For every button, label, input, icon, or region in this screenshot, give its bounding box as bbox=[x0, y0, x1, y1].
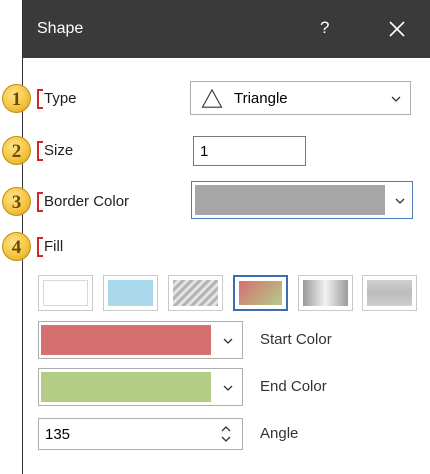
end-color-swatch bbox=[41, 372, 211, 402]
fill-shaded-preview bbox=[303, 280, 348, 306]
fill-solid-preview bbox=[108, 280, 153, 306]
label-bracket bbox=[37, 89, 43, 109]
border-color-swatch bbox=[195, 185, 385, 215]
chevron-down-icon bbox=[391, 96, 401, 102]
size-label: Size bbox=[44, 142, 74, 159]
chevron-down-icon bbox=[223, 338, 233, 344]
fill-none-preview bbox=[43, 280, 88, 306]
type-select-value: Triangle bbox=[234, 90, 288, 107]
fill-texture-preview bbox=[367, 280, 412, 306]
size-input-value: 1 bbox=[200, 143, 209, 160]
close-icon[interactable] bbox=[387, 19, 407, 39]
fill-option-pattern[interactable] bbox=[168, 275, 223, 311]
end-color-select[interactable] bbox=[38, 368, 243, 406]
type-label: Type bbox=[44, 90, 77, 107]
end-color-label: End Color bbox=[260, 378, 327, 395]
angle-spinner[interactable]: 135 bbox=[38, 418, 243, 450]
fill-option-none[interactable] bbox=[38, 275, 93, 311]
triangle-outline-icon bbox=[201, 89, 223, 108]
step-badge-3: 3 bbox=[2, 187, 31, 216]
type-select[interactable]: Triangle bbox=[190, 81, 411, 115]
chevron-down-icon bbox=[395, 198, 405, 204]
step-badge-2: 2 bbox=[2, 136, 31, 165]
fill-option-texture[interactable] bbox=[362, 275, 417, 311]
fill-pattern-preview bbox=[173, 280, 218, 306]
border-color-label: Border Color bbox=[44, 193, 130, 210]
fill-gradient-preview bbox=[239, 281, 282, 305]
step-badge-1: 1 bbox=[2, 84, 31, 113]
fill-option-solid[interactable] bbox=[103, 275, 158, 311]
title-bar: Shape ? bbox=[23, 0, 430, 58]
label-bracket bbox=[37, 192, 43, 212]
fill-option-shaded[interactable] bbox=[298, 275, 353, 311]
angle-label: Angle bbox=[260, 425, 299, 442]
window-title: Shape bbox=[37, 20, 84, 37]
start-color-select[interactable] bbox=[38, 321, 243, 359]
spin-arrows-icon[interactable] bbox=[220, 423, 232, 445]
label-bracket bbox=[37, 141, 43, 161]
fill-option-gradient[interactable] bbox=[233, 275, 288, 311]
help-button[interactable]: ? bbox=[320, 18, 329, 38]
start-color-swatch bbox=[41, 325, 211, 355]
size-input[interactable]: 1 bbox=[193, 136, 306, 166]
border-color-select[interactable] bbox=[191, 181, 413, 219]
start-color-label: Start Color bbox=[260, 331, 332, 348]
fill-label: Fill bbox=[44, 238, 64, 255]
angle-value: 135 bbox=[45, 426, 71, 443]
step-badge-4: 4 bbox=[2, 232, 31, 261]
label-bracket bbox=[37, 237, 43, 257]
chevron-down-icon bbox=[223, 385, 233, 391]
